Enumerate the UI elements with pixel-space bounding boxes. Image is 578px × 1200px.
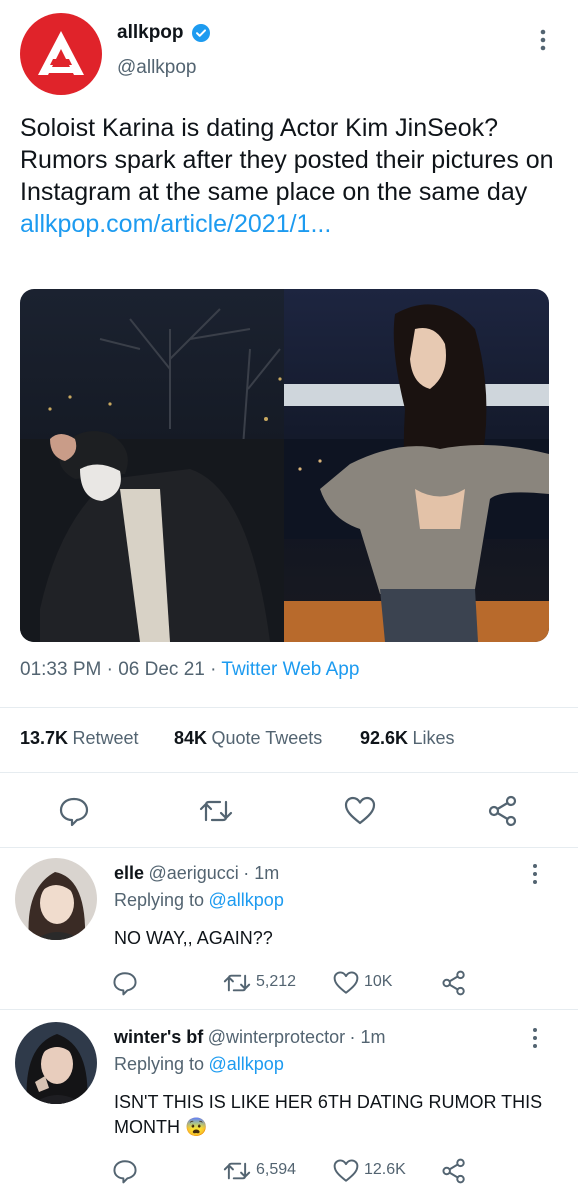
avatar-photo — [15, 858, 97, 940]
retweet-icon[interactable] — [222, 1158, 252, 1189]
likes-label: Likes — [412, 728, 455, 748]
tweet-time: 01:33 PM — [20, 659, 102, 680]
allkpop-logo-icon — [38, 31, 84, 75]
share-icon[interactable] — [486, 795, 520, 832]
retweet-icon[interactable] — [198, 795, 234, 832]
retweet-count: 5,212 — [256, 973, 297, 990]
tweet-date: 06 Dec 21 — [118, 659, 205, 680]
like-icon[interactable] — [343, 795, 377, 832]
replying-prefix: Replying to — [114, 890, 205, 910]
replying-handle[interactable]: @allkpop — [209, 1054, 284, 1074]
reply-text-body: ISN'T THIS IS LIKE HER 6TH DATING RUMOR … — [114, 1092, 543, 1137]
divider — [0, 847, 578, 848]
replying-to: Replying to @allkpop — [114, 1054, 284, 1075]
reply-icon[interactable] — [112, 970, 138, 1001]
user-handle[interactable]: @allkpop — [117, 57, 197, 79]
reply-handle[interactable]: @winterprotector — [208, 1027, 345, 1047]
replying-prefix: Replying to — [114, 1054, 205, 1074]
verified-icon — [191, 23, 211, 48]
retweet-stat[interactable]: 13.7K Retweet — [20, 728, 139, 749]
divider — [0, 707, 578, 708]
tweet-source[interactable]: Twitter Web App — [221, 659, 359, 680]
reply-text: NO WAY,, AGAIN?? — [114, 928, 273, 948]
replying-handle[interactable]: @allkpop — [209, 890, 284, 910]
retweet-count: 13.7K — [20, 728, 69, 748]
like-icon[interactable] — [332, 1158, 360, 1189]
tweet-text: Soloist Karina is dating Actor Kim JinSe… — [20, 112, 560, 240]
replying-to: Replying to @allkpop — [114, 890, 284, 911]
tweet-body: Soloist Karina is dating Actor Kim JinSe… — [20, 114, 554, 206]
retweet-label: Retweet — [72, 728, 139, 748]
quote-stat[interactable]: 84K Quote Tweets — [174, 728, 322, 749]
avatar[interactable] — [20, 13, 102, 95]
like-count: 12.6K — [364, 1161, 406, 1178]
reply-header: winter's bf @winterprotector · 1m — [114, 1027, 386, 1047]
reply-icon[interactable] — [112, 1158, 138, 1189]
quote-label: Quote Tweets — [211, 728, 323, 748]
share-icon[interactable] — [440, 1158, 468, 1189]
fearful-face-emoji: 😨 — [185, 1117, 208, 1137]
share-icon[interactable] — [440, 970, 468, 1001]
reply-text: ISN'T THIS IS LIKE HER 6TH DATING RUMOR … — [114, 1090, 554, 1140]
article-link[interactable]: allkpop.com/article/2021/1... — [20, 210, 331, 238]
reply-handle[interactable]: @aerigucci — [148, 863, 238, 883]
retweet-icon[interactable] — [222, 970, 252, 1001]
media-photos — [20, 289, 549, 642]
like-count: 10K — [364, 973, 393, 990]
more-options-icon[interactable] — [538, 28, 548, 59]
reply-time: 1m — [254, 863, 280, 883]
display-name[interactable]: allkpop — [117, 22, 184, 44]
more-options-icon[interactable] — [531, 1026, 539, 1055]
reply-header: elle @aerigucci · 1m — [114, 863, 280, 883]
tweet-media[interactable] — [20, 289, 549, 642]
reply-avatar[interactable] — [15, 858, 97, 940]
likes-stat[interactable]: 92.6K Likes — [360, 728, 455, 749]
likes-count: 92.6K — [360, 728, 409, 748]
reply-name[interactable]: winter's bf — [114, 1027, 203, 1047]
like-icon[interactable] — [332, 970, 360, 1001]
reply-avatar[interactable] — [15, 1022, 97, 1104]
divider — [0, 772, 578, 773]
reply-icon[interactable] — [58, 795, 90, 832]
reply-name[interactable]: elle — [114, 863, 144, 883]
reply-time: 1m — [360, 1027, 386, 1047]
avatar-photo — [15, 1022, 97, 1104]
divider — [0, 1009, 578, 1010]
more-options-icon[interactable] — [531, 862, 539, 891]
quote-count: 84K — [174, 728, 208, 748]
retweet-count: 6,594 — [256, 1161, 297, 1178]
tweet-timestamp: 01:33 PM · 06 Dec 21 · Twitter Web App — [20, 659, 360, 680]
